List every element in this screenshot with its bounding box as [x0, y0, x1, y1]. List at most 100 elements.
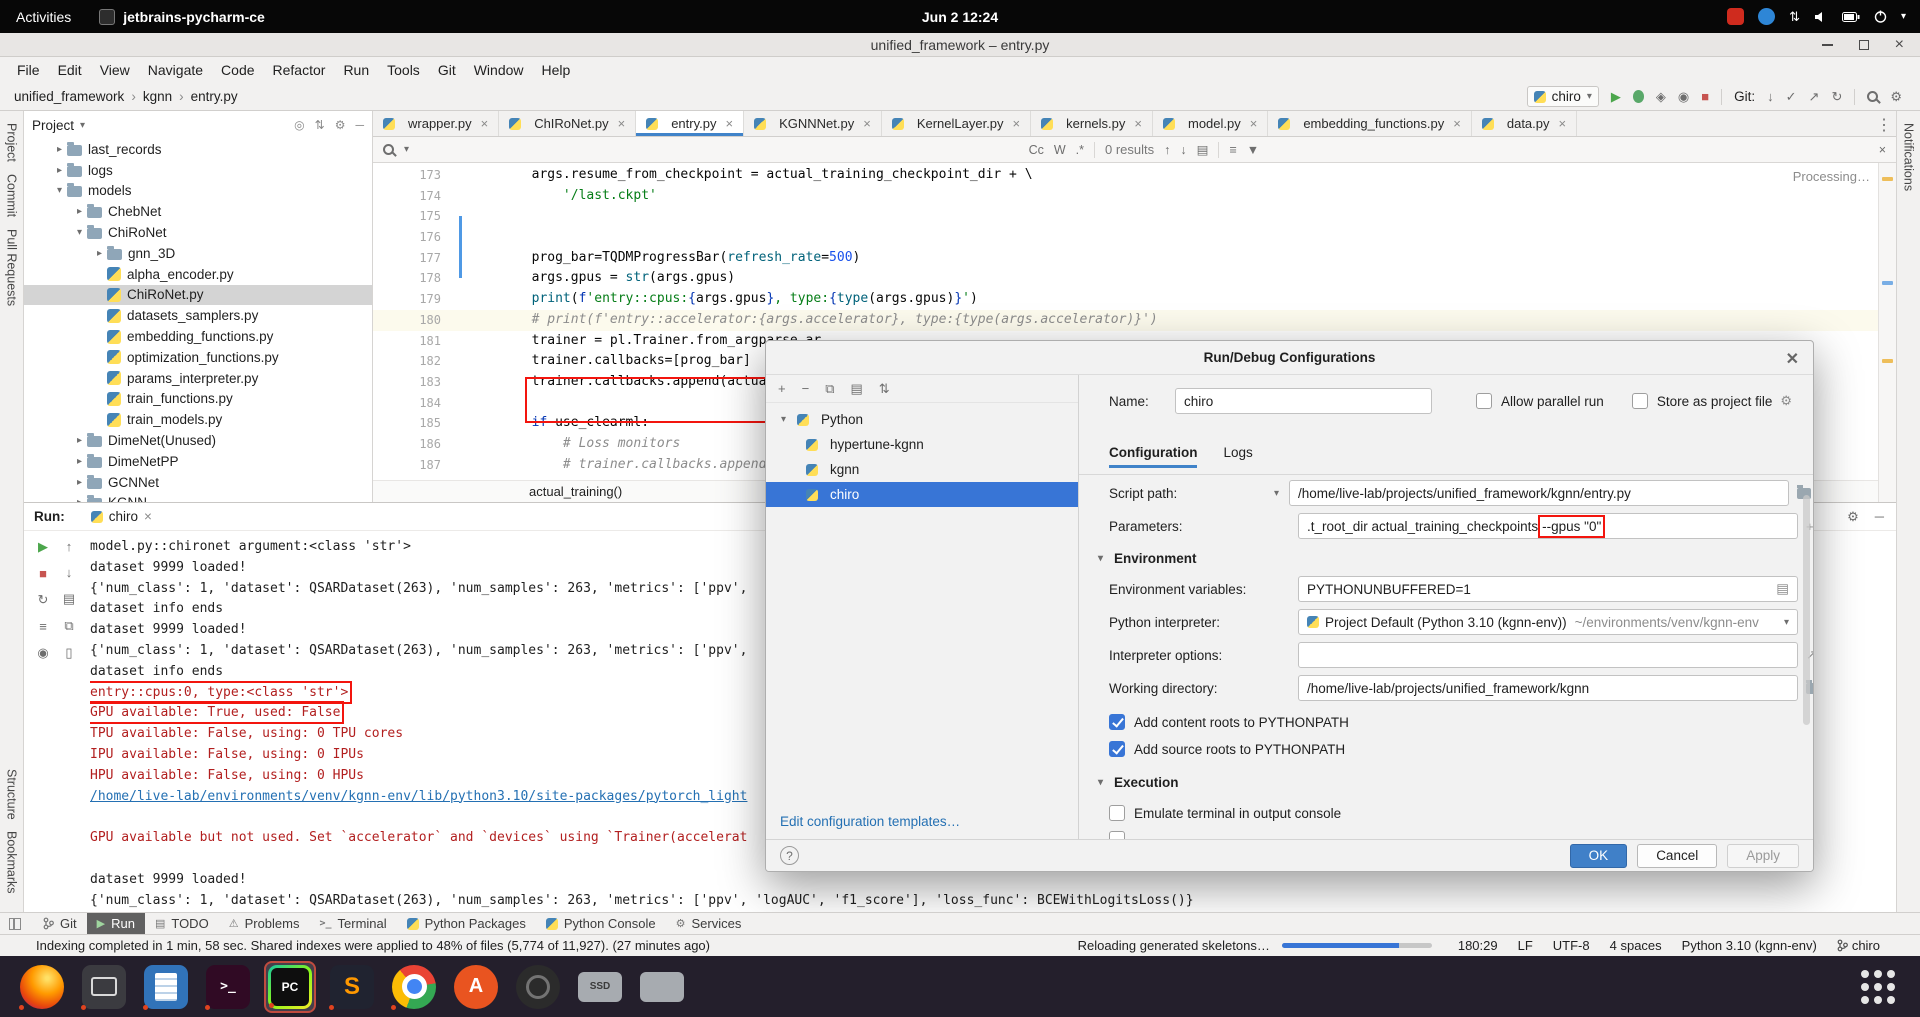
- content-roots-checkbox[interactable]: [1109, 714, 1125, 730]
- dock-firefox[interactable]: [16, 961, 68, 1013]
- tree-item[interactable]: ▸ ChebNet: [24, 201, 372, 222]
- config-tree-item-chiro[interactable]: chiro: [766, 482, 1078, 507]
- stop-button[interactable]: ■: [39, 566, 47, 581]
- teamviewer-tray-icon[interactable]: [1727, 8, 1745, 25]
- editor-tab-ChIRoNet.py[interactable]: ChIRoNet.py ×: [499, 111, 637, 136]
- config-tree-item-hypertune-kgnn[interactable]: hypertune-kgnn: [766, 432, 1078, 457]
- menu-window[interactable]: Window: [465, 62, 533, 78]
- status-message[interactable]: Indexing completed in 1 min, 58 sec. Sha…: [36, 938, 710, 953]
- breadcrumb-item[interactable]: entry.py: [191, 89, 238, 104]
- tree-item[interactable]: ▸ GCNNet: [24, 472, 372, 493]
- info-stripe-mark[interactable]: [1882, 281, 1893, 285]
- tree-item[interactable]: datasets_samplers.py: [24, 305, 372, 326]
- git-branch[interactable]: chiro: [1837, 938, 1880, 953]
- whole-words-toggle[interactable]: W: [1054, 143, 1066, 157]
- editor-tab-wrapper.py[interactable]: wrapper.py ×: [373, 111, 500, 136]
- tree-item[interactable]: ▸ DimeNet(Unused): [24, 430, 372, 451]
- warning-stripe-mark[interactable]: [1882, 177, 1893, 181]
- menu-file[interactable]: File: [8, 62, 49, 78]
- tree-item[interactable]: ▾ ChiRoNet: [24, 222, 372, 243]
- editor-scrollbar[interactable]: [1878, 163, 1896, 502]
- tree-item[interactable]: train_functions.py: [24, 389, 372, 410]
- menu-code[interactable]: Code: [212, 62, 263, 78]
- stripe-button-bookmarks[interactable]: Bookmarks: [5, 831, 19, 894]
- maximize-button[interactable]: [1858, 39, 1869, 50]
- editor-tab-KGNNNet.py[interactable]: KGNNNet.py ×: [744, 111, 882, 136]
- volume-icon[interactable]: [1814, 11, 1828, 23]
- cancel-button[interactable]: Cancel: [1637, 843, 1718, 868]
- toolwindow-button-terminal[interactable]: >_ Terminal: [309, 913, 396, 934]
- editor-tab-entry.py[interactable]: entry.py ×: [636, 111, 745, 136]
- name-field[interactable]: [1175, 388, 1432, 414]
- toolwindow-button-python-packages[interactable]: Python Packages: [397, 913, 536, 934]
- copy-configuration-icon[interactable]: ⧉: [825, 381, 834, 397]
- toolwindow-button-todo[interactable]: ▤ TODO: [145, 913, 219, 934]
- down-stack-trace-icon[interactable]: ↓: [66, 565, 73, 580]
- close-tab-icon[interactable]: ×: [1559, 116, 1567, 131]
- close-button[interactable]: ×: [1895, 36, 1904, 52]
- dock-terminal[interactable]: >_: [202, 961, 254, 1013]
- sort-configurations-icon[interactable]: ⇅: [879, 381, 890, 397]
- tree-item[interactable]: train_models.py: [24, 409, 372, 430]
- up-stack-trace-icon[interactable]: ↑: [66, 539, 73, 554]
- rerun-button[interactable]: ▶: [38, 539, 48, 555]
- tree-item[interactable]: ▸ DimeNetPP: [24, 451, 372, 472]
- chevron-down-icon[interactable]: ▾: [1901, 11, 1906, 22]
- dock-camera[interactable]: [512, 961, 564, 1013]
- background-task[interactable]: Reloading generated skeletons…: [1078, 938, 1432, 953]
- close-tab-icon[interactable]: ×: [1250, 116, 1258, 131]
- tree-chevron-icon[interactable]: ▾: [72, 227, 87, 238]
- search-history-icon[interactable]: ▾: [404, 144, 409, 155]
- folder-group-icon[interactable]: ▤: [850, 381, 862, 397]
- menu-refactor[interactable]: Refactor: [264, 62, 335, 78]
- indent-setting[interactable]: 4 spaces: [1610, 938, 1662, 953]
- close-search-icon[interactable]: ×: [1879, 143, 1886, 157]
- hide-panel-icon[interactable]: ─: [1875, 509, 1884, 525]
- dock-ssd-drive[interactable]: SSD: [574, 961, 626, 1013]
- scroll-to-end-icon[interactable]: ▤: [63, 591, 75, 607]
- tree-chevron-icon[interactable]: ▸: [52, 144, 67, 155]
- tree-item[interactable]: embedding_functions.py: [24, 326, 372, 347]
- allow-parallel-checkbox[interactable]: [1476, 393, 1492, 409]
- add-configuration-icon[interactable]: +: [778, 381, 786, 396]
- source-roots-checkbox[interactable]: [1109, 741, 1125, 757]
- menu-git[interactable]: Git: [429, 62, 465, 78]
- stripe-button-project[interactable]: Project: [5, 123, 19, 162]
- pin-icon[interactable]: ◉: [37, 645, 48, 661]
- close-tab-icon[interactable]: ×: [618, 116, 626, 131]
- breadcrumb-item[interactable]: kgnn: [143, 89, 172, 104]
- dock-screenshot-tool[interactable]: [78, 961, 130, 1013]
- ok-button[interactable]: OK: [1569, 843, 1628, 868]
- power-icon[interactable]: [1874, 10, 1887, 23]
- active-app-indicator[interactable]: jetbrains-pycharm-ce: [99, 8, 265, 25]
- close-tab-icon[interactable]: ×: [1134, 116, 1142, 131]
- git-update-button[interactable]: ↓: [1767, 89, 1774, 104]
- window-title-bar[interactable]: unified_framework – entry.py ×: [0, 33, 1920, 57]
- minimize-button[interactable]: [1821, 43, 1833, 46]
- tree-chevron-icon[interactable]: ▸: [72, 206, 87, 217]
- profiler-button[interactable]: ◉: [1678, 89, 1689, 105]
- editor-tab-data.py[interactable]: data.py ×: [1472, 111, 1578, 136]
- close-tab-icon[interactable]: ×: [1453, 116, 1461, 131]
- dock-text-editor[interactable]: [140, 961, 192, 1013]
- toolwindow-button-python-console[interactable]: Python Console: [536, 913, 666, 934]
- window-layout-icon[interactable]: [9, 917, 21, 930]
- working-directory-field[interactable]: /home/live-lab/projects/unified_framewor…: [1298, 675, 1798, 701]
- console-link[interactable]: /home/live-lab/environments/venv/kgnn-en…: [90, 789, 747, 804]
- run-tab-chiro[interactable]: chiro ×: [83, 503, 160, 530]
- dock-chrome[interactable]: [388, 961, 440, 1013]
- gear-icon[interactable]: ⚙: [1780, 393, 1792, 409]
- stripe-button-pull-requests[interactable]: Pull Requests: [5, 229, 19, 306]
- stripe-button-structure[interactable]: Structure: [5, 769, 19, 820]
- tree-chevron-icon[interactable]: ▸: [52, 165, 67, 176]
- store-as-file-checkbox[interactable]: [1631, 393, 1648, 409]
- stop-button[interactable]: ■: [1701, 89, 1709, 104]
- chevron-down-icon[interactable]: ▾: [80, 120, 85, 131]
- edit-templates-link[interactable]: Edit configuration templates…: [780, 814, 960, 829]
- menu-navigate[interactable]: Navigate: [139, 62, 212, 78]
- close-tab-icon[interactable]: ×: [863, 116, 871, 131]
- tree-item[interactable]: optimization_functions.py: [24, 347, 372, 368]
- dock-sublime-text[interactable]: S: [326, 961, 378, 1013]
- regex-toggle[interactable]: .*: [1076, 143, 1084, 157]
- debug-button[interactable]: [1632, 90, 1644, 103]
